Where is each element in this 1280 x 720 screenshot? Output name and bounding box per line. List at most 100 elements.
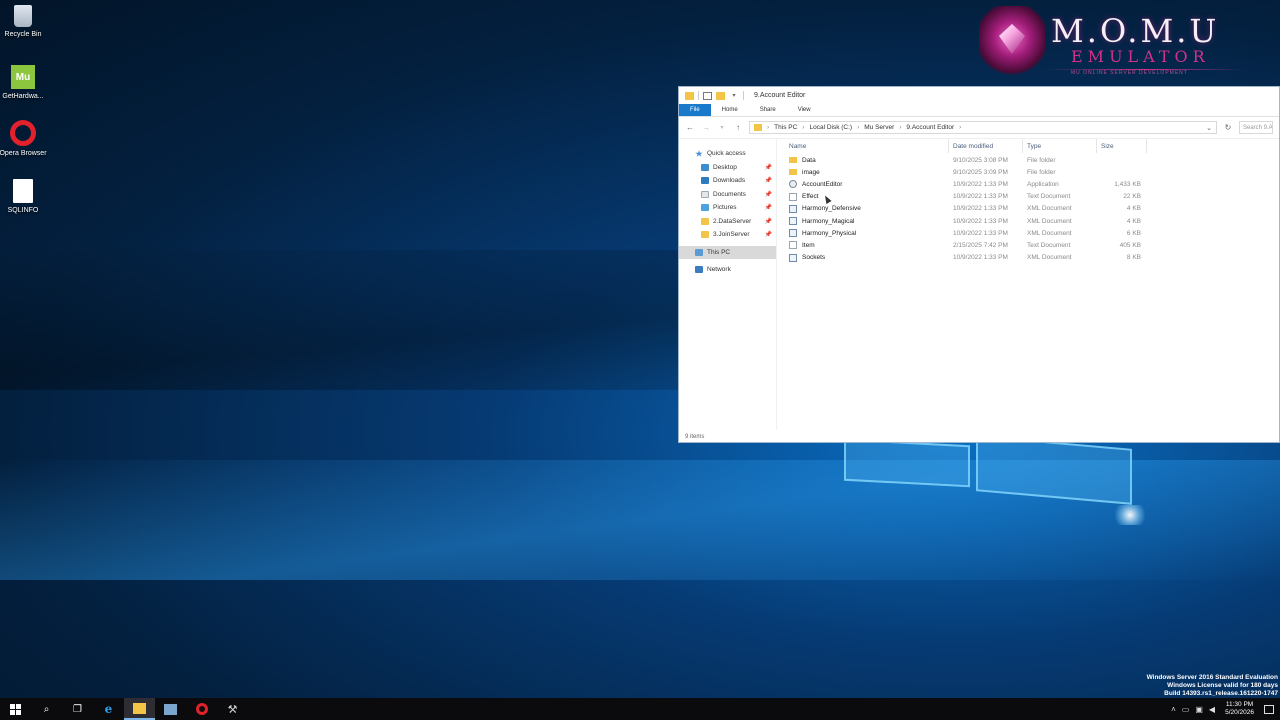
windows-evaluation-watermark: Windows Server 2016 Standard Evaluation … (1147, 674, 1278, 698)
file-row[interactable]: image 9/10/2025 3:09 PM File folder (777, 166, 1279, 178)
pin-icon: 📌 (764, 232, 772, 239)
wallpaper-glow (1110, 505, 1150, 525)
search-button[interactable]: ⌕ (31, 698, 62, 720)
momu-logo: M.O.M.U EMULATOR MU ONLINE SERVER DEVELO… (975, 2, 1255, 82)
desktop-icon-opera[interactable]: Opera Browser (0, 120, 48, 158)
tab-share[interactable]: Share (749, 104, 787, 116)
file-date: 10/9/2022 1:33 PM (953, 205, 1008, 213)
recent-chevron-icon[interactable]: ▾ (717, 124, 727, 131)
address-bar[interactable]: › This PC › Local Disk (C:) › Mu Server … (749, 121, 1217, 134)
file-name: image (802, 168, 820, 176)
column-header-date[interactable]: Date modified (949, 139, 1023, 153)
desktop-icon-label: Recycle Bin (4, 31, 42, 38)
desktop-icon-label: SQLINFO (7, 207, 39, 214)
file-size: 4 KB (1126, 205, 1141, 213)
task-view-button[interactable]: ❐ (62, 698, 93, 720)
desktop-icon-sqlinfo[interactable]: SQLINFO (0, 179, 48, 215)
taskbar-tools[interactable]: ⚒ (217, 698, 248, 720)
nav-pictures[interactable]: Pictures 📌 (679, 201, 776, 215)
nav-quick-access[interactable]: Quick access (679, 147, 776, 161)
column-header-size[interactable]: Size (1097, 139, 1147, 153)
logo-title: M.O.M.U (1051, 12, 1220, 50)
file-row[interactable]: Sockets 10/9/2022 1:33 PM XML Document 8 KB (777, 252, 1279, 264)
file-name-cell: Harmony_Magical (777, 217, 949, 226)
taskbar-internet-explorer[interactable]: e (93, 698, 124, 720)
breadcrumb-mu-server[interactable]: Mu Server (864, 124, 894, 131)
title-bar[interactable]: ▾ 9.Account Editor (679, 87, 1279, 104)
pictures-icon (701, 204, 709, 212)
refresh-icon[interactable]: ↻ (1223, 123, 1233, 132)
watermark-line: Windows License valid for 180 days (1167, 682, 1278, 689)
taskbar-file-explorer[interactable] (124, 698, 155, 720)
tab-file[interactable]: File (679, 104, 711, 116)
column-header-type[interactable]: Type (1023, 139, 1097, 153)
tab-home[interactable]: Home (711, 104, 749, 116)
taskbar-server-manager[interactable] (155, 698, 186, 720)
nav-label: Desktop (713, 163, 737, 171)
file-type: XML Document (1027, 229, 1072, 237)
start-button[interactable] (0, 698, 31, 720)
clock-time: 11:30 PM (1225, 701, 1254, 708)
nav-dataserver[interactable]: 2.DataServer 📌 (679, 215, 776, 229)
volume-icon[interactable]: ◀ (1209, 705, 1215, 714)
file-row[interactable]: Harmony_Magical 10/9/2022 1:33 PM XML Docu… (777, 215, 1279, 227)
file-row[interactable]: Harmony_Physical 10/9/2022 1:33 PM XML Doc… (777, 227, 1279, 239)
file-name-cell: Data (777, 157, 949, 164)
breadcrumb-local-disk[interactable]: Local Disk (C:) (809, 124, 852, 131)
column-headers: Name Date modified Type Size (777, 139, 1279, 154)
documents-icon (701, 190, 709, 198)
chevron-down-icon[interactable]: ▾ (729, 92, 739, 99)
nav-label: 2.DataServer (713, 217, 752, 225)
chevron-down-icon[interactable]: ⌄ (1206, 124, 1212, 132)
breadcrumb-this-pc[interactable]: This PC (774, 124, 797, 131)
opera-icon (195, 703, 208, 715)
file-type: File folder (1027, 168, 1056, 176)
computer-icon (695, 248, 703, 256)
new-folder-icon[interactable] (716, 91, 725, 100)
breadcrumb-account-editor[interactable]: 9.Account Editor (906, 124, 954, 131)
clock[interactable]: 11:30 PM 5/20/2026 (1225, 701, 1254, 717)
folder-icon (754, 124, 762, 131)
action-center-icon[interactable] (1264, 704, 1274, 714)
breadcrumb-separator: › (767, 124, 770, 131)
nav-joinserver[interactable]: 3.JoinServer 📌 (679, 228, 776, 242)
file-row[interactable]: Data 9/10/2025 3:08 PM File folder (777, 154, 1279, 166)
desktop-icon-gethardware[interactable]: Mu GetHardwa... (0, 65, 48, 101)
file-row[interactable]: Effect 10/9/2022 1:33 PM Text Document 22 K… (777, 191, 1279, 203)
nav-documents[interactable]: Documents 📌 (679, 188, 776, 202)
desktop-icon-recycle-bin[interactable]: Recycle Bin (0, 5, 48, 39)
chevron-up-icon[interactable]: ˄ (1171, 705, 1176, 714)
file-row[interactable]: Item 2/15/2025 7:42 PM Text Document 405 KB (777, 239, 1279, 251)
file-size: 6 KB (1126, 229, 1141, 237)
file-row[interactable]: Harmony_Defensive 10/9/2022 1:33 PM XML Do… (777, 203, 1279, 215)
back-arrow-icon[interactable]: ← (685, 123, 695, 132)
search-input[interactable]: Search 9.Account Editor (1239, 121, 1273, 134)
properties-icon[interactable] (703, 91, 712, 100)
nav-label: Pictures (713, 204, 737, 212)
navigation-pane: Quick access Desktop 📌 Downloads 📌 Docum… (679, 139, 777, 430)
tools-icon: ⚒ (227, 703, 238, 716)
forward-arrow-icon[interactable]: → (701, 123, 711, 132)
file-row[interactable]: AccountEditor 10/9/2022 1:33 PM Applicatio… (777, 178, 1279, 190)
taskbar-opera[interactable] (186, 698, 217, 720)
column-header-name[interactable]: Name (777, 139, 949, 153)
nav-downloads[interactable]: Downloads 📌 (679, 174, 776, 188)
nav-label: This PC (707, 248, 731, 256)
nav-this-pc[interactable]: This PC (679, 245, 776, 259)
file-size: 4 KB (1126, 217, 1141, 225)
folder-tray-icon[interactable]: ▭ (1182, 705, 1190, 714)
file-name-cell: Sockets (777, 253, 949, 262)
nav-desktop[interactable]: Desktop 📌 (679, 161, 776, 175)
tab-view[interactable]: View (787, 104, 822, 116)
nav-label: 3.JoinServer (713, 231, 750, 239)
mu-app-icon: Mu (11, 65, 35, 89)
file-date: 10/9/2022 1:33 PM (953, 193, 1008, 201)
up-arrow-icon[interactable]: ↑ (733, 123, 743, 132)
breadcrumb-separator: › (899, 124, 902, 131)
nav-network[interactable]: Network (679, 263, 776, 277)
file-type: XML Document (1027, 205, 1072, 213)
divider (743, 91, 744, 100)
network-icon[interactable]: ▣ (1195, 705, 1203, 714)
pin-icon: 📌 (764, 205, 772, 212)
file-explorer-window[interactable]: ▾ 9.Account Editor File Home Share View … (678, 86, 1280, 443)
